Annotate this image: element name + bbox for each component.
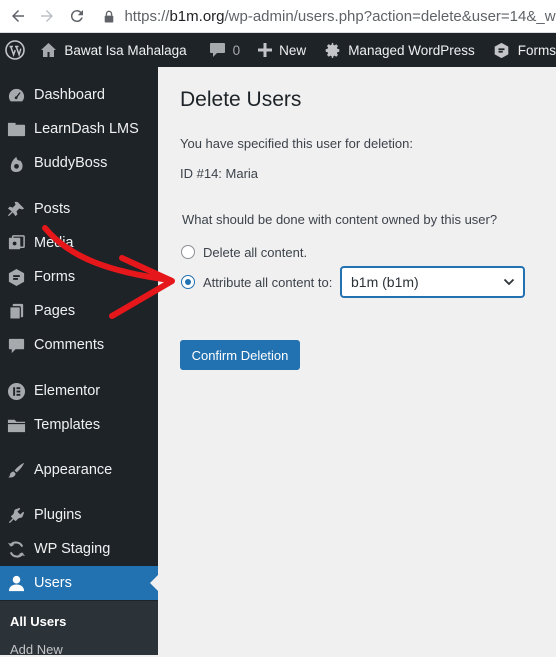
managed-label: Managed WordPress xyxy=(348,42,475,58)
sidebar-item-label: Forms xyxy=(34,269,76,285)
comments-count: 0 xyxy=(232,42,241,58)
attribute-user-select[interactable]: b1m (b1m) xyxy=(341,267,524,297)
brush-icon xyxy=(6,460,26,480)
media-icon xyxy=(6,233,26,253)
comments-link[interactable]: 0 xyxy=(209,33,241,67)
forms-label: Forms xyxy=(517,42,556,58)
url-host: b1m.org xyxy=(169,7,225,25)
back-button[interactable] xyxy=(6,4,30,28)
comments-icon xyxy=(6,335,26,355)
staging-icon xyxy=(6,539,26,559)
sidebar-item-label: Templates xyxy=(34,417,101,433)
sidebar-item-label: Dashboard xyxy=(34,87,105,103)
forms-icon xyxy=(6,267,26,287)
lock-icon[interactable] xyxy=(103,9,117,23)
sidebar-item-comments[interactable]: Comments xyxy=(0,328,158,362)
sidebar-item-label: Pages xyxy=(34,303,76,319)
browser-toolbar: https://b1m.org/wp-admin/users.php?actio… xyxy=(0,0,556,33)
sidebar-item-plugins[interactable]: Plugins xyxy=(0,498,158,532)
site-name-label: Bawat Isa Mahalaga xyxy=(64,42,187,58)
sidebar-item-buddyboss[interactable]: BuddyBoss xyxy=(0,146,158,180)
admin-sidebar: Dashboard LearnDash LMS BuddyBoss Posts … xyxy=(0,67,158,657)
sidebar-item-label: LearnDash LMS xyxy=(34,121,139,137)
attribute-user-value: b1m (b1m) xyxy=(351,274,419,290)
wordpress-logo-button[interactable] xyxy=(1,33,29,67)
plus-icon xyxy=(258,43,273,57)
home-icon xyxy=(41,43,57,57)
sidebar-item-label: Comments xyxy=(34,337,105,353)
user-icon xyxy=(6,573,26,593)
confirm-deletion-button[interactable]: Confirm Deletion xyxy=(180,340,300,370)
sidebar-item-templates[interactable]: Templates xyxy=(0,408,158,442)
sidebar-item-users[interactable]: Users xyxy=(0,566,158,600)
sidebar-item-label: BuddyBoss xyxy=(34,155,108,171)
pin-icon xyxy=(6,199,26,219)
arrow-right-icon xyxy=(41,10,54,22)
sidebar-item-label: Plugins xyxy=(34,507,82,523)
comment-bubble-icon xyxy=(209,43,225,57)
page-title: Delete Users xyxy=(180,88,302,111)
forms-link[interactable]: Forms xyxy=(493,33,556,67)
wordpress-logo-icon xyxy=(5,40,25,60)
new-content-link[interactable]: New xyxy=(258,33,306,67)
deletion-intro-text: You have specified this user for deletio… xyxy=(180,136,413,151)
gear-icon xyxy=(325,42,340,58)
sidebar-item-appearance[interactable]: Appearance xyxy=(0,453,158,487)
sidebar-item-label: WP Staging xyxy=(34,541,111,557)
folder-icon xyxy=(6,415,26,435)
sidebar-item-elementor[interactable]: Elementor xyxy=(0,374,158,408)
delete-content-label[interactable]: Delete all content. xyxy=(203,245,307,260)
elementor-icon xyxy=(6,381,26,401)
sidebar-item-dashboard[interactable]: Dashboard xyxy=(0,78,158,112)
arrow-left-icon xyxy=(11,10,24,22)
site-name-link[interactable]: Bawat Isa Mahalaga xyxy=(40,33,187,67)
dashboard-icon xyxy=(6,85,26,105)
sidebar-item-learndash[interactable]: LearnDash LMS xyxy=(0,112,158,146)
users-submenu: All Users Add New xyxy=(0,601,158,657)
buddyboss-icon xyxy=(6,153,26,173)
sidebar-item-pages[interactable]: Pages xyxy=(0,294,158,328)
delete-content-radio[interactable] xyxy=(181,245,195,259)
submenu-item-all-users[interactable]: All Users xyxy=(10,614,66,629)
sidebar-item-label: Posts xyxy=(34,201,71,217)
reload-button[interactable] xyxy=(65,4,89,28)
url-path: /wp-admin/users.php?action=delete&user=1… xyxy=(224,7,556,25)
pages-icon xyxy=(6,301,26,321)
learndash-icon xyxy=(6,119,26,139)
sidebar-item-forms[interactable]: Forms xyxy=(0,260,158,294)
new-label: New xyxy=(279,42,307,58)
reload-icon xyxy=(70,10,83,23)
sidebar-item-media[interactable]: Media xyxy=(0,226,158,260)
forms-icon xyxy=(494,42,509,58)
attribute-content-label[interactable]: Attribute all content to: xyxy=(203,275,332,290)
plugin-icon xyxy=(6,505,26,525)
url-prefix: https:// xyxy=(124,7,170,25)
managed-wordpress-link[interactable]: Managed WordPress xyxy=(324,33,475,67)
chevron-down-icon xyxy=(503,278,515,286)
content-question: What should be done with content owned b… xyxy=(182,212,498,227)
sidebar-item-wp-staging[interactable]: WP Staging xyxy=(0,532,158,566)
sidebar-item-label: Elementor xyxy=(34,383,101,399)
admin-bar: Bawat Isa Mahalaga 0 New Managed WordPre… xyxy=(0,33,556,67)
attribute-content-radio[interactable] xyxy=(181,275,195,289)
user-id-line: ID #14: Maria xyxy=(180,166,259,181)
sidebar-item-label: Appearance xyxy=(34,462,113,478)
main-content: Delete Users You have specified this use… xyxy=(158,67,556,655)
forward-button[interactable] xyxy=(36,4,60,28)
sidebar-item-label: Users xyxy=(34,575,72,591)
address-bar[interactable]: https://b1m.org/wp-admin/users.php?actio… xyxy=(124,8,556,25)
sidebar-item-posts[interactable]: Posts xyxy=(0,192,158,226)
sidebar-item-label: Media xyxy=(34,235,74,251)
